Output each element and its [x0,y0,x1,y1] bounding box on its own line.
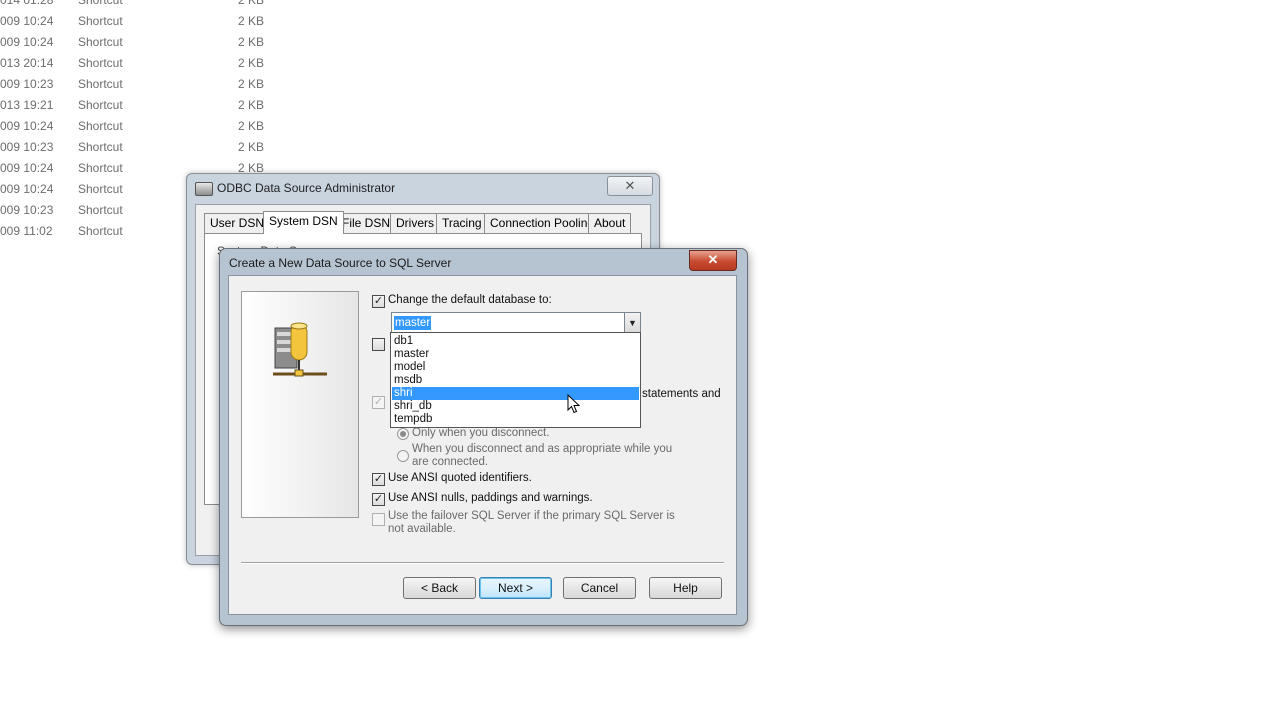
file-row[interactable]: 013 20:14 Shortcut 2 KB [0,53,270,74]
change-default-db-checkbox[interactable]: ✓ [372,295,385,308]
dialog-title: Create a New Data Source to SQL Server [229,256,452,270]
dropdown-item-shri[interactable]: shri [392,387,639,400]
file-type: Shortcut [78,140,123,154]
file-type: Shortcut [78,98,123,112]
file-type: Shortcut [78,35,123,49]
dropdown-item-master[interactable]: master [392,348,639,361]
file-date: 009 10:24 [0,161,54,175]
file-type: Shortcut [78,77,123,91]
radio-only-disconnect-label: Only when you disconnect. [412,427,550,439]
combo-selected-value: master [394,316,432,330]
file-row[interactable]: 009 10:24 Shortcut 2 KB [0,32,270,53]
file-type: Shortcut [78,0,123,7]
file-row[interactable]: 009 10:23 Shortcut 2 KB [0,137,270,158]
file-date: 013 19:21 [0,98,54,112]
failover-checkbox[interactable] [372,513,385,526]
file-date: 009 10:23 [0,77,54,91]
tab-file-dsn[interactable]: File DSN [336,213,397,233]
radio-when-disconnect-label: When you disconnect and as appropriate w… [412,443,673,468]
file-size: 2 KB [237,35,264,49]
file-row[interactable]: 013 19:21 Shortcut 2 KB [0,95,270,116]
default-database-combobox[interactable]: master ▼ [391,312,641,334]
database-dropdown-list: db1 master model msdb shri shri_db tempd… [390,332,641,428]
ansi-nulls-checkbox[interactable]: ✓ [372,493,385,506]
odbc-window-title: ODBC Data Source Administrator [217,181,396,195]
file-size: 2 KB [237,56,264,70]
file-size: 2 KB [237,0,264,7]
file-type: Shortcut [78,203,123,217]
failover-label: Use the failover SQL Server if the prima… [388,510,675,535]
file-date: 009 10:24 [0,14,54,28]
odbc-app-icon [195,182,213,196]
file-date: 009 11:02 [0,224,53,238]
tab-system-dsn[interactable]: System DSN [263,211,344,234]
ansi-quoted-checkbox[interactable]: ✓ [372,473,385,486]
radio-only-disconnect[interactable] [397,428,409,440]
dropdown-item-msdb[interactable]: msdb [392,374,639,387]
file-size: 2 KB [237,140,264,154]
wizard-side-panel [241,291,359,518]
file-date: 009 10:23 [0,203,54,217]
file-row[interactable]: 014 01:28 Shortcut 2 KB [0,0,270,11]
tab-drivers[interactable]: Drivers [390,213,440,233]
file-date: 014 01:28 [0,0,54,7]
file-type: Shortcut [78,161,123,175]
attach-db-checkbox[interactable] [372,338,385,351]
odbc-close-button[interactable]: ✕ [607,176,653,196]
file-date: 013 20:14 [0,56,54,70]
temp-procs-label-fragment: statements and [642,388,721,400]
chevron-down-icon[interactable]: ▼ [624,313,640,333]
dropdown-item-shri-db[interactable]: shri_db [392,400,639,413]
file-date: 009 10:24 [0,119,54,133]
file-date: 009 10:23 [0,140,54,154]
dropdown-item-model[interactable]: model [392,361,639,374]
tab-about[interactable]: About [588,213,632,233]
tab-user-dsn[interactable]: User DSN [204,213,271,233]
radio-when-disconnect[interactable] [397,450,409,462]
help-button[interactable]: Help [649,577,722,599]
button-separator [241,562,724,564]
database-server-icon [273,322,327,377]
file-type: Shortcut [78,182,123,196]
file-type: Shortcut [78,224,123,238]
file-type: Shortcut [78,56,123,70]
odbc-titlebar[interactable]: ODBC Data Source Administrator ✕ [187,174,659,202]
file-size: 2 KB [237,14,264,28]
file-date: 009 10:24 [0,35,54,49]
dialog-close-button[interactable]: ✕ [689,250,737,271]
tab-tracing[interactable]: Tracing [436,213,488,233]
file-type: Shortcut [78,14,123,28]
cancel-button[interactable]: Cancel [563,577,636,599]
create-temp-procs-checkbox[interactable]: ✓ [372,396,385,409]
file-size: 2 KB [237,119,264,133]
file-row[interactable]: 009 10:24 Shortcut 2 KB [0,116,270,137]
dropdown-item-tempdb[interactable]: tempdb [392,413,639,426]
file-type: Shortcut [78,119,123,133]
ansi-quoted-label: Use ANSI quoted identifiers. [388,472,532,484]
tab-connection-pooling[interactable]: Connection Pooling [484,213,601,233]
file-row[interactable]: 009 10:24 Shortcut 2 KB [0,11,270,32]
file-row[interactable]: 009 10:23 Shortcut 2 KB [0,74,270,95]
back-button[interactable]: < Back [403,577,476,599]
file-size: 2 KB [237,98,264,112]
file-date: 009 10:24 [0,182,54,196]
next-button[interactable]: Next > [479,577,552,599]
dropdown-item-db1[interactable]: db1 [392,335,639,348]
change-default-db-label: Change the default database to: [388,294,552,306]
file-size: 2 KB [237,77,264,91]
mouse-pointer-icon [567,394,581,414]
dialog-client-area: ✓ Change the default database to: master… [228,275,737,615]
ansi-nulls-label: Use ANSI nulls, paddings and warnings. [388,492,593,504]
create-data-source-dialog: Create a New Data Source to SQL Server ✕… [219,248,748,626]
